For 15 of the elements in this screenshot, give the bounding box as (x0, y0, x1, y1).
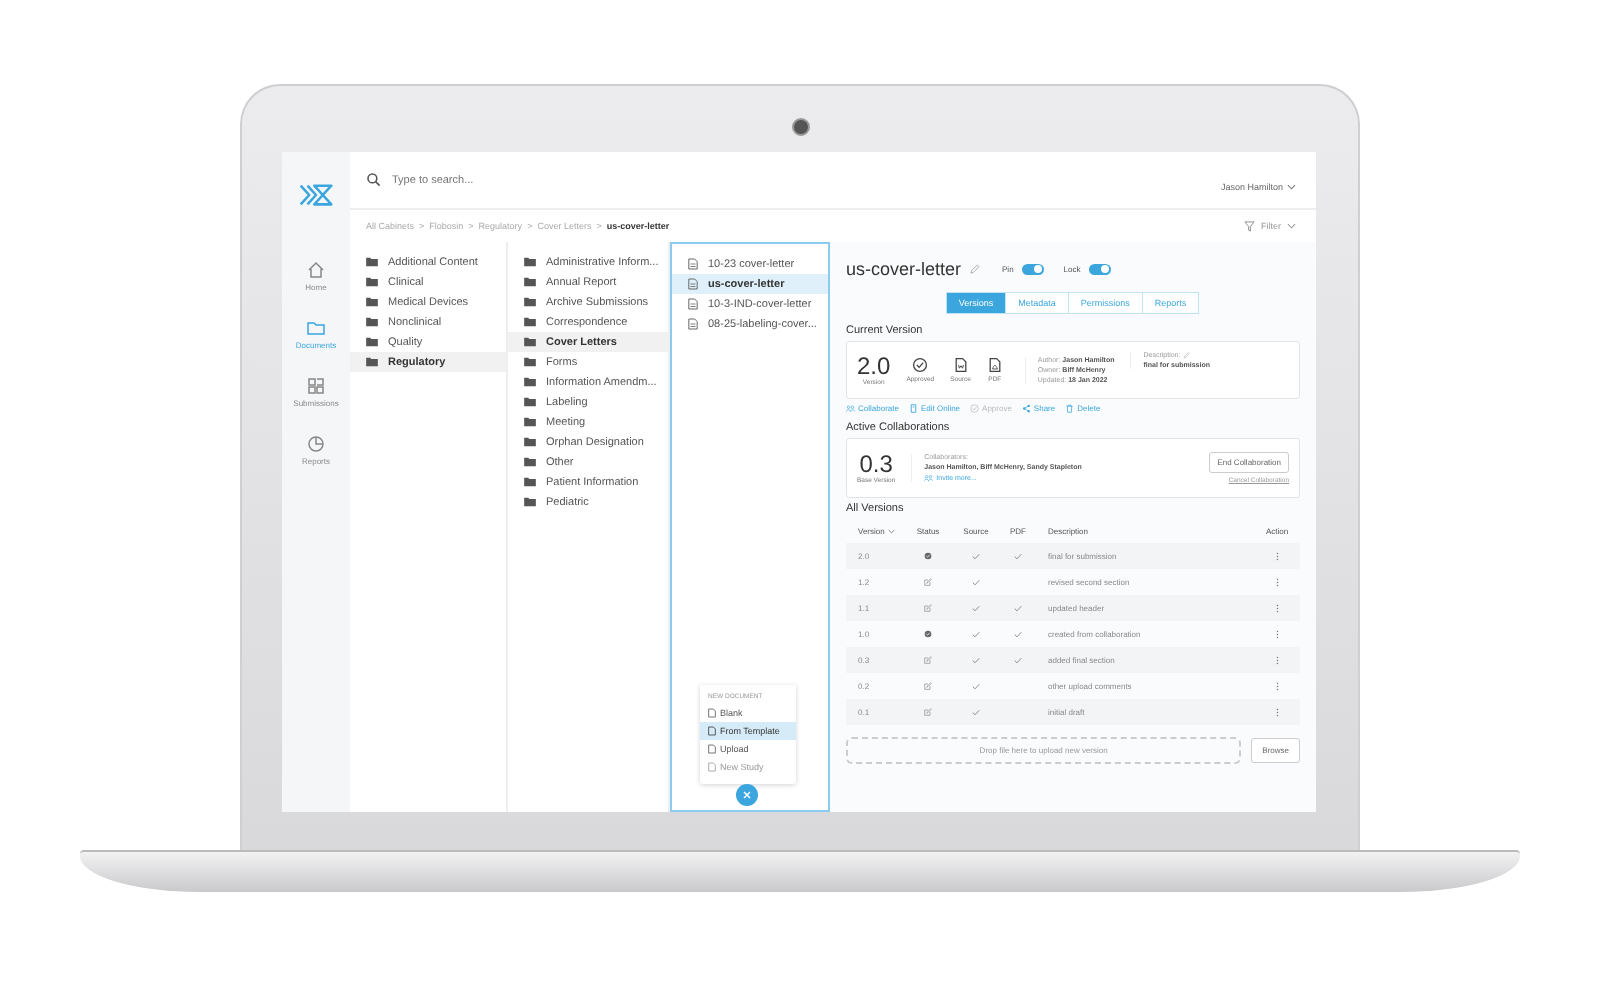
version-number: 0.3 (859, 452, 893, 477)
toggle-switch[interactable] (1021, 263, 1044, 275)
version-number: 2.0 (857, 354, 891, 379)
folder-icon (306, 318, 326, 338)
close-button[interactable] (736, 784, 758, 806)
chart-icon (306, 434, 326, 454)
stack-icon (306, 376, 326, 396)
home-icon (306, 260, 326, 280)
toggle-switch[interactable] (1088, 263, 1111, 275)
close-icon (742, 790, 752, 800)
document-title: us-cover-letter (846, 258, 962, 280)
search-icon (366, 172, 382, 188)
logo-icon (299, 182, 333, 208)
webcam-dot (792, 118, 810, 136)
share-icon (1021, 404, 1031, 413)
